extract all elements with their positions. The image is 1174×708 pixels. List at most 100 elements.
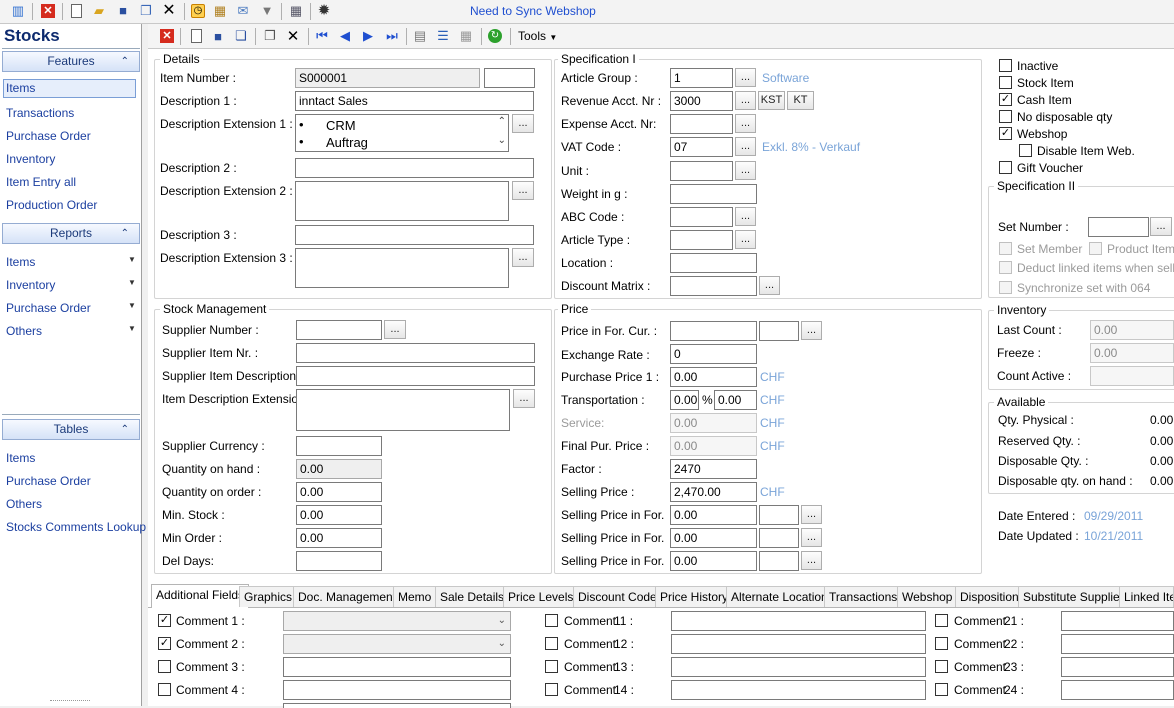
collapse-chevron-icon[interactable]: ⌃	[121, 420, 129, 439]
first-record-icon[interactable]: ⏮	[314, 28, 330, 44]
tab-price-history[interactable]: Price History	[655, 586, 734, 607]
supplier-item-nr-field[interactable]	[296, 343, 535, 363]
nav-features-inventory[interactable]: Inventory	[6, 152, 55, 166]
collapse-chevron-icon[interactable]: ⌃	[121, 52, 129, 71]
stock-item-checkbox[interactable]	[999, 76, 1012, 89]
transportation-percent-field[interactable]: 0.00	[670, 390, 699, 410]
save-close-icon[interactable]: ❏	[233, 28, 249, 44]
save-icon[interactable]: ■	[115, 3, 131, 19]
nav-features-purchase-order[interactable]: Purchase Order	[6, 129, 91, 143]
description3-field[interactable]	[295, 225, 534, 245]
location-field[interactable]	[670, 253, 757, 273]
selling-price-for2-currency-field[interactable]	[759, 528, 799, 548]
comment4-checkbox[interactable]	[158, 683, 171, 696]
clock-icon[interactable]: ◷	[190, 3, 206, 19]
product-item-checkbox[interactable]	[1089, 242, 1102, 255]
desc-ext1-browse-button[interactable]: ...	[512, 114, 534, 133]
abc-code-browse-button[interactable]: ...	[735, 207, 756, 226]
last-count-field[interactable]: 0.00	[1090, 320, 1174, 340]
expense-acct-field[interactable]	[670, 114, 733, 134]
revenue-acct-field[interactable]: 3000	[670, 91, 733, 111]
item-number-suffix-field[interactable]	[484, 68, 535, 88]
nav-features-transactions[interactable]: Transactions	[6, 106, 74, 120]
settings-icon[interactable]: ✹	[316, 3, 332, 19]
min-stock-field[interactable]: 0.00	[296, 505, 382, 525]
nav-tables-stocks-comments-lookup[interactable]: Stocks Comments Lookup	[6, 520, 146, 534]
nav-reports-purchase-order[interactable]: Purchase Order ▼	[6, 301, 140, 315]
webshop-checkbox[interactable]: ✓	[999, 127, 1012, 140]
kt-button[interactable]: KT	[787, 91, 814, 110]
service-field[interactable]: 0.00	[670, 413, 757, 433]
comment1-combo[interactable]: ⌄	[283, 611, 511, 631]
new-doc-icon[interactable]	[68, 3, 84, 19]
desc-ext3-browse-button[interactable]: ...	[512, 248, 534, 267]
selling-price-field[interactable]: 2,470.00	[670, 482, 757, 502]
comment4-field[interactable]	[283, 680, 511, 700]
close-red-icon[interactable]: ✕	[159, 28, 175, 44]
tab-webshop[interactable]: Webshop	[897, 586, 958, 607]
comment23-checkbox[interactable]	[935, 660, 948, 673]
article-group-browse-button[interactable]: ...	[735, 68, 756, 87]
set-number-field[interactable]	[1088, 217, 1149, 237]
del-days-field[interactable]	[296, 551, 382, 571]
gift-voucher-checkbox[interactable]	[999, 161, 1012, 174]
selling-price-for1-field[interactable]: 0.00	[670, 505, 757, 525]
discount-matrix-browse-button[interactable]: ...	[759, 276, 780, 295]
price-for-cur-browse-button[interactable]: ...	[801, 321, 822, 340]
open-folder-icon[interactable]: ▰	[91, 3, 107, 19]
vat-code-field[interactable]: 07	[670, 137, 733, 157]
final-pur-price-field[interactable]: 0.00	[670, 436, 757, 456]
exchange-rate-field[interactable]: 0	[670, 344, 757, 364]
selling-price-for2-browse-button[interactable]: ...	[801, 528, 822, 547]
comment14-field[interactable]	[671, 680, 926, 700]
desc-ext1-memo[interactable]: • CRM • Auftrag ⌃ ⌄	[295, 114, 509, 152]
save-icon[interactable]: ■	[210, 28, 226, 44]
supplier-currency-field[interactable]	[296, 436, 382, 456]
nav-tables-purchase-order[interactable]: Purchase Order	[6, 474, 91, 488]
min-order-field[interactable]: 0.00	[296, 528, 382, 548]
item-desc-ext-browse-button[interactable]: ...	[513, 389, 535, 408]
reports-group-header[interactable]: Reports ⌃	[2, 223, 140, 244]
comment3-checkbox[interactable]	[158, 660, 171, 673]
comment13-field[interactable]	[671, 657, 926, 677]
qty-order-field[interactable]: 0.00	[296, 482, 382, 502]
refresh-icon[interactable]: ↻	[487, 28, 503, 44]
nav-reports-others[interactable]: Others ▼	[6, 324, 140, 338]
purchase-price-field[interactable]: 0.00	[670, 367, 757, 387]
tab-transactions[interactable]: Transactions	[824, 586, 903, 607]
item-number-field[interactable]: S000001	[295, 68, 480, 88]
comment3-field[interactable]	[283, 657, 511, 677]
tab-graphics[interactable]: Graphics	[239, 586, 298, 607]
close-red-icon[interactable]: ✕	[40, 3, 56, 19]
list-view-icon[interactable]: ☰	[435, 28, 451, 44]
desc-ext2-browse-button[interactable]: ...	[512, 181, 534, 200]
unit-browse-button[interactable]: ...	[735, 161, 756, 180]
description1-field[interactable]: inntact Sales	[295, 91, 534, 111]
resize-grip[interactable]	[50, 700, 90, 704]
new-doc-icon[interactable]	[188, 28, 204, 44]
form-view-icon[interactable]: ▤	[412, 28, 428, 44]
tab-memo[interactable]: Memo	[393, 586, 437, 607]
chart-icon[interactable]: ▥	[10, 3, 26, 19]
previous-record-icon[interactable]: ◀	[337, 28, 353, 44]
discount-matrix-field[interactable]	[670, 276, 757, 296]
revenue-acct-browse-button[interactable]: ...	[735, 91, 756, 110]
comment14-checkbox[interactable]	[545, 683, 558, 696]
supplier-number-field[interactable]	[296, 320, 382, 340]
description2-field[interactable]	[295, 158, 534, 178]
scroll-down-icon[interactable]: ⌄	[498, 135, 506, 146]
comment23-field[interactable]	[1061, 657, 1174, 677]
kst-button[interactable]: KST	[758, 91, 785, 110]
selling-price-for3-field[interactable]: 0.00	[670, 551, 757, 571]
image-icon[interactable]: ▦	[212, 3, 228, 19]
nav-features-production-order[interactable]: Production Order	[6, 198, 97, 212]
desc-ext3-memo[interactable]	[295, 248, 509, 288]
features-group-header[interactable]: Features ⌃	[2, 51, 140, 72]
copy-icon[interactable]: ❐	[138, 3, 154, 19]
comment22-field[interactable]	[1061, 634, 1174, 654]
selling-price-for2-field[interactable]: 0.00	[670, 528, 757, 548]
delete-x-icon[interactable]: ✕	[161, 3, 177, 19]
factor-field[interactable]: 2470	[670, 459, 757, 479]
nav-features-items[interactable]: Items	[3, 79, 136, 98]
sync-set-checkbox[interactable]	[999, 281, 1012, 294]
